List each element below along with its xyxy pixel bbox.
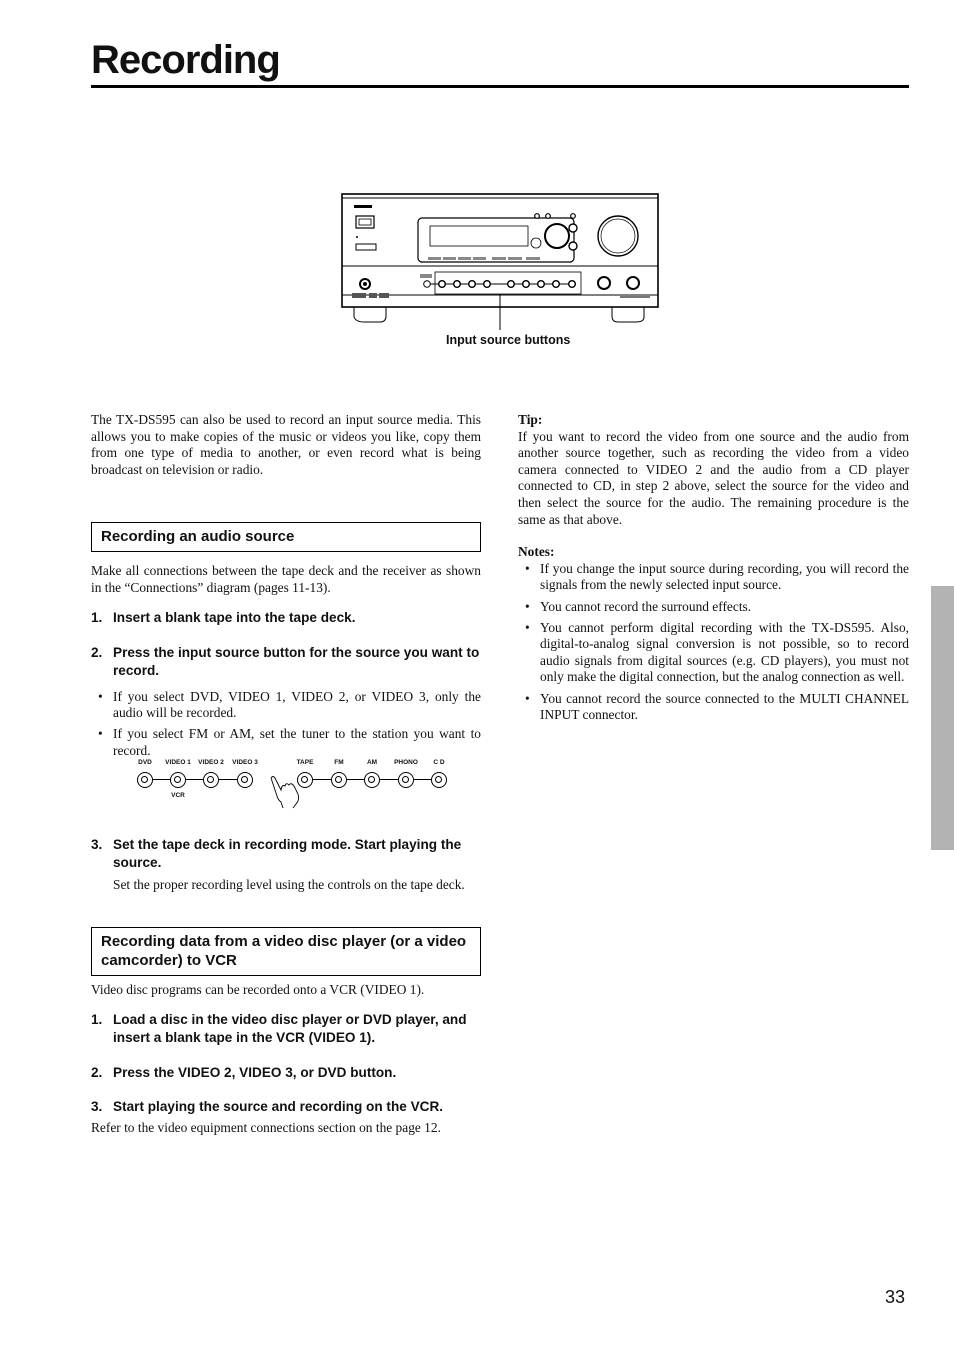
title-rule <box>91 85 909 88</box>
list-item: • You cannot perform digital recording wi… <box>525 619 909 685</box>
list-item: • If you change the input source during r… <box>525 560 909 593</box>
cd-button[interactable] <box>431 772 447 789</box>
intro-paragraph: The TX-DS595 can also be used to record … <box>91 412 481 477</box>
receiver-illustration <box>341 193 659 330</box>
phono-button[interactable] <box>398 772 414 789</box>
page-title: Recording <box>91 38 281 82</box>
figure-caption: Input source buttons <box>446 333 571 347</box>
step-number: 1. <box>91 609 103 625</box>
audio-step-2-bullets: • If you select DVD, VIDEO 1, VIDEO 2, or… <box>91 689 481 760</box>
page-number: 33 <box>885 1287 906 1307</box>
video1-button[interactable] <box>170 772 186 789</box>
am-button[interactable] <box>364 772 380 789</box>
btn-label-tape: TAPE <box>296 759 314 767</box>
brand-logo <box>354 205 372 208</box>
tape-button[interactable] <box>297 772 313 789</box>
list-item: • You cannot record the source connected … <box>525 690 909 722</box>
step-number: 2. <box>91 1065 103 1081</box>
audio-step-3-note: Set the proper recording level using the… <box>113 877 465 893</box>
treble-knob <box>626 276 640 290</box>
right-column: Tip: If you want to record the video fro… <box>518 412 909 728</box>
video2-button[interactable] <box>203 772 219 789</box>
power-button <box>355 243 377 251</box>
input-buttons-diagram: DVD VIDEO 1 VCR VIDEO 2 VIDEO 3 TAPE FM … <box>135 759 465 812</box>
left-column: The TX-DS595 can also be used to record … <box>91 412 481 1137</box>
fm-button[interactable] <box>331 772 347 789</box>
chapter-side-tab <box>931 586 954 850</box>
list-item: • If you select FM or AM, set the tuner t… <box>98 726 481 758</box>
btn-label-video2: VIDEO 2 <box>198 759 224 767</box>
tip-text: If you want to record the video from one… <box>518 428 909 527</box>
video3-button[interactable] <box>237 772 253 789</box>
video-step-3: 3. Start playing the source and recordin… <box>91 1098 481 1116</box>
step-text: Press the VIDEO 2, VIDEO 3, or DVD butto… <box>113 1065 397 1081</box>
step-number: 3. <box>91 837 103 853</box>
step-text: Set the tape deck in recording mode. Sta… <box>113 837 462 871</box>
step-number: 3. <box>91 1099 103 1115</box>
btn-label-cd: C D <box>433 759 445 767</box>
audio-step-1: 1. Insert a blank tape into the tape dec… <box>91 609 481 627</box>
dvd-button[interactable] <box>137 772 153 789</box>
right-foot <box>611 307 645 323</box>
btn-label-dvd: DVD <box>138 759 152 767</box>
list-item: • If you select DVD, VIDEO 1, VIDEO 2, or… <box>98 688 481 720</box>
video-footer-note: Refer to the video equipment connections… <box>91 1120 441 1136</box>
btn-label-am: AM <box>366 759 378 767</box>
btn-label-video3: VIDEO 3 <box>232 759 258 767</box>
notes-list: • If you change the input source during r… <box>518 561 909 724</box>
tuning-dial <box>544 223 570 249</box>
step-text: Press the input source button for the so… <box>113 644 480 678</box>
audio-step-3: 3. Set the tape deck in recording mode. … <box>91 836 481 872</box>
section-heading-video: Recording data from a video disc player … <box>91 926 481 976</box>
step-text: Insert a blank tape into the tape deck. <box>113 609 356 625</box>
left-foot <box>353 307 387 323</box>
video-step-2: 2. Press the VIDEO 2, VIDEO 3, or DVD bu… <box>91 1064 481 1082</box>
video-step-1: 1. Load a disc in the video disc player … <box>91 1011 481 1047</box>
btn-sublabel-vcr: VCR <box>171 792 185 800</box>
tip-label: Tip: <box>518 412 543 427</box>
step-number: 2. <box>91 644 103 660</box>
btn-label-phono: PHONO <box>394 759 418 767</box>
video-group-line <box>143 779 250 781</box>
step-text: Start playing the source and recording o… <box>113 1099 444 1115</box>
video-intro: Video disc programs can be recorded onto… <box>91 981 425 997</box>
step-text: Load a disc in the video disc player or … <box>113 1012 467 1046</box>
bass-knob <box>597 276 611 290</box>
master-volume-knob <box>597 215 639 257</box>
list-item: • You cannot record the surround effects. <box>525 598 752 614</box>
display-window <box>429 225 529 247</box>
audio-intro: Make all connections between the tape de… <box>91 563 481 595</box>
section-heading-audio: Recording an audio source <box>91 522 481 553</box>
notes-label: Notes: <box>518 544 555 560</box>
btn-label-fm: FM <box>334 759 344 767</box>
receiver-front-panel-figure <box>340 192 662 352</box>
step-number: 1. <box>91 1012 103 1028</box>
audio-step-2: 2. Press the input source button for the… <box>91 644 481 680</box>
btn-label-video1: VIDEO 1 <box>165 759 191 767</box>
